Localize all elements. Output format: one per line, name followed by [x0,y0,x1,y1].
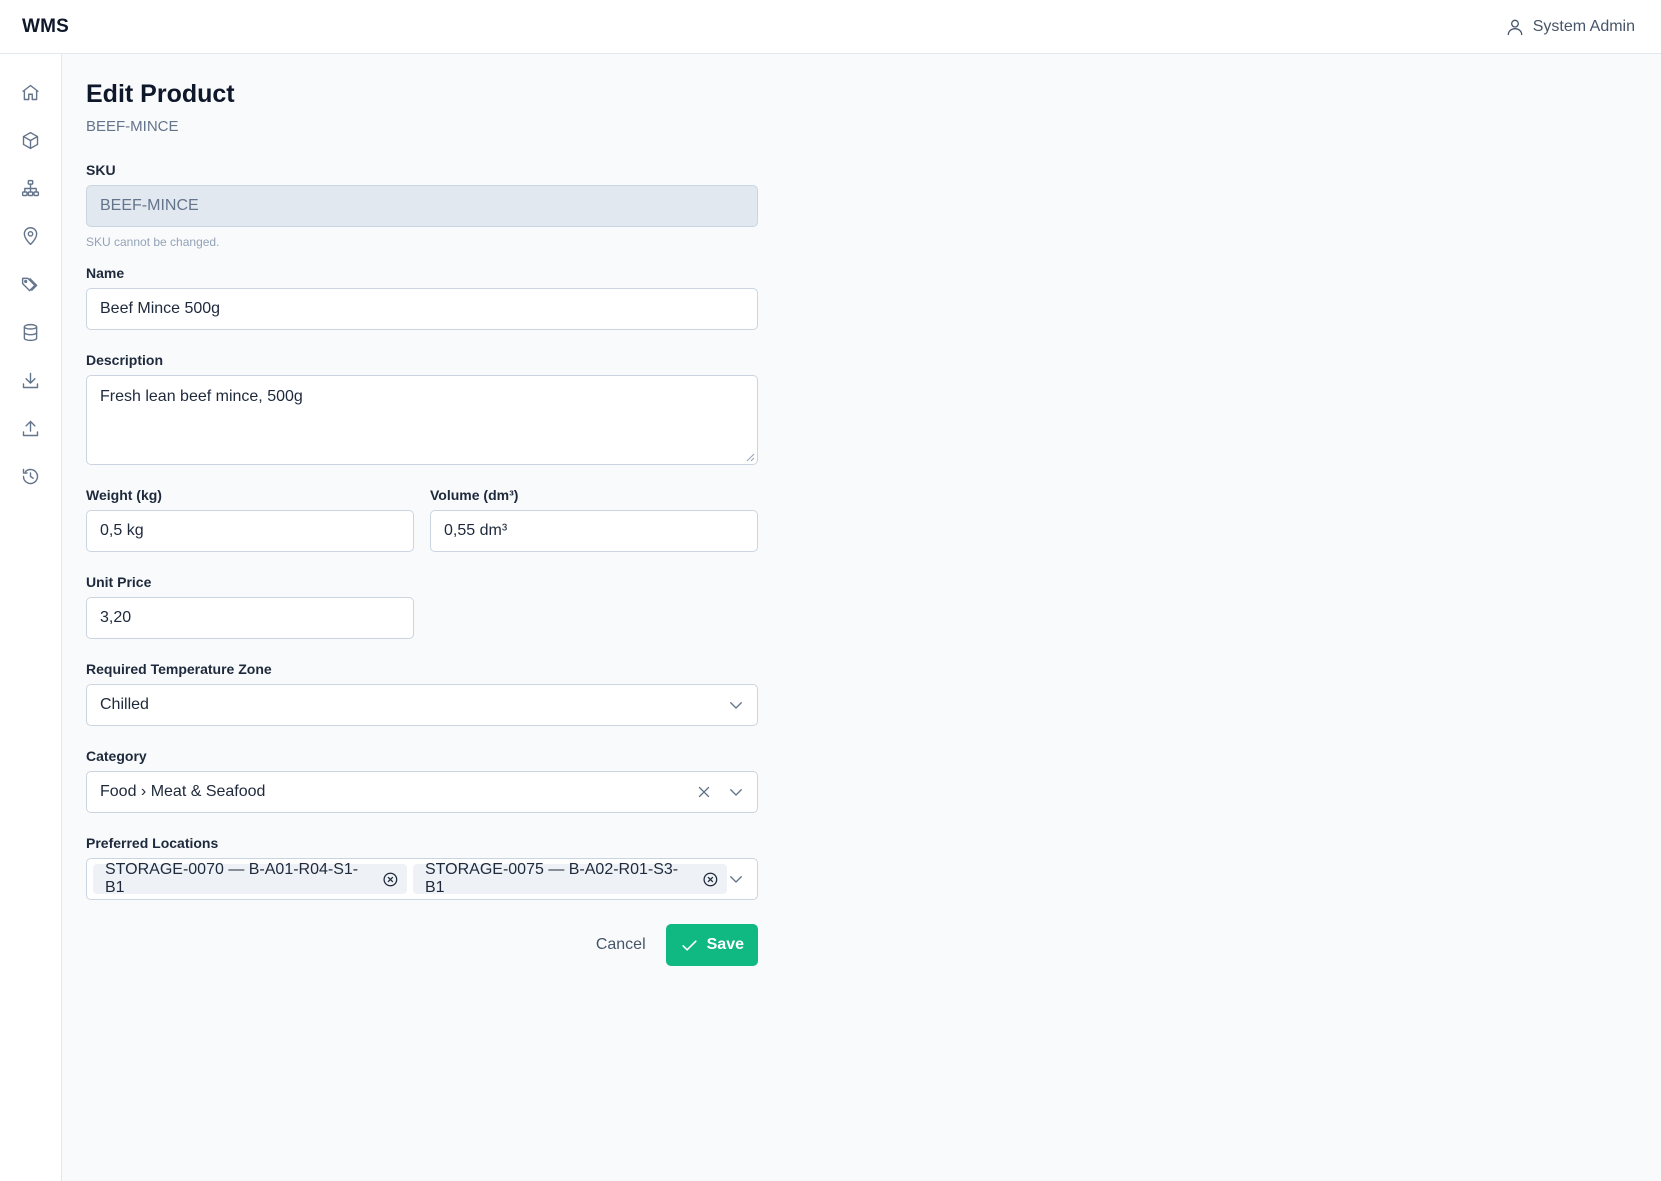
volume-input[interactable]: 0,55 dm³ [430,510,758,552]
nav-inbound[interactable] [11,360,51,400]
user-icon [1507,19,1523,35]
user-menu[interactable]: System Admin [1505,17,1635,37]
unit-price-label: Unit Price [86,574,152,590]
volume-field: Volume (dm³) 0,55 dm³ [430,487,758,552]
save-button[interactable]: Save [665,924,758,966]
preferred-locations-field: Preferred Locations STORAGE-0070 — B-A01… [86,835,758,900]
sku-hint: SKU cannot be changed. [86,235,220,249]
check-icon [682,939,697,951]
category-select[interactable]: Food › Meat & Seafood [86,771,758,813]
weight-field: Weight (kg) 0,5 kg [86,487,414,552]
unit-price-input[interactable]: 3,20 [86,597,414,639]
location-chip: STORAGE-0075 — B-A02-R01-S3-B1 [413,861,727,896]
sidebar [0,54,62,1181]
upload-icon [22,420,39,436]
sitemap-icon [21,179,40,196]
description-textarea[interactable]: Fresh lean beef mince, 500g [86,375,758,465]
name-field: Name Beef Mince 500g [86,265,758,330]
preferred-locations-multiselect[interactable]: STORAGE-0070 — B-A01-R04-S1-B1 STORAGE-0… [86,858,758,900]
nav-locations[interactable] [11,216,51,256]
nav-products[interactable] [11,120,51,160]
database-icon [23,323,38,341]
nav-database[interactable] [11,312,51,352]
volume-label: Volume (dm³) [430,487,519,503]
temperature-zone-field: Required Temperature Zone Chilled [86,661,758,726]
category-value: Food › Meat & Seafood [100,783,266,800]
main-content: Edit Product BEEF-MINCE SKU BEEF-MINCE S… [86,54,758,966]
top-bar: WMS System Admin [0,0,1661,54]
preferred-locations-label: Preferred Locations [86,835,219,851]
category-label: Category [86,748,147,764]
nav-history[interactable] [11,456,51,496]
remove-circle-icon[interactable] [382,871,399,888]
home-icon [22,84,39,100]
description-text: Fresh lean beef mince, 500g [100,388,303,405]
remove-circle-icon[interactable] [702,871,719,888]
nav-hierarchy[interactable] [11,168,51,208]
save-label: Save [706,936,744,953]
page-subtitle: BEEF-MINCE [86,118,179,135]
temperature-zone-select[interactable]: Chilled [86,684,758,726]
map-pin-icon [23,226,38,245]
nav-categories[interactable] [11,264,51,304]
description-field: Description Fresh lean beef mince, 500g [86,352,758,465]
box-icon [22,131,39,149]
chevron-down-icon[interactable] [727,870,745,888]
location-chip-label: STORAGE-0075 — B-A02-R01-S3-B1 [425,861,679,896]
page-title: Edit Product [86,80,235,108]
description-label: Description [86,352,164,368]
weight-input[interactable]: 0,5 kg [86,510,414,552]
clear-icon[interactable] [695,783,713,801]
user-name: System Admin [1532,17,1635,35]
sku-field: SKU BEEF-MINCE SKU cannot be changed. [86,162,758,249]
nav-outbound[interactable] [11,408,51,448]
unit-price-field: Unit Price 3,20 [86,574,414,639]
tags-icon [21,277,38,291]
nav-home[interactable] [11,72,51,112]
sku-label: SKU [86,162,116,178]
weight-volume-row: Weight (kg) 0,5 kg Volume (dm³) 0,55 dm³ [86,487,758,552]
location-chips: STORAGE-0070 — B-A01-R04-S1-B1 STORAGE-0… [93,861,727,896]
category-field: Category Food › Meat & Seafood [86,748,758,813]
name-label: Name [86,265,125,281]
sku-input: BEEF-MINCE [86,185,758,227]
cancel-button[interactable]: Cancel [596,936,646,954]
temperature-zone-label: Required Temperature Zone [86,661,272,677]
form-actions: Cancel Save [86,924,758,966]
chevron-down-icon[interactable] [727,696,745,714]
app-brand[interactable]: WMS [22,16,69,38]
history-icon [22,468,39,484]
chevron-down-icon[interactable] [727,783,745,801]
location-chip-label: STORAGE-0070 — B-A01-R04-S1-B1 [105,861,359,896]
temperature-zone-value: Chilled [100,696,149,713]
download-icon [22,372,39,388]
weight-label: Weight (kg) [86,487,162,503]
name-input[interactable]: Beef Mince 500g [86,288,758,330]
location-chip: STORAGE-0070 — B-A01-R04-S1-B1 [93,861,407,896]
resize-grip-icon[interactable] [746,453,755,462]
